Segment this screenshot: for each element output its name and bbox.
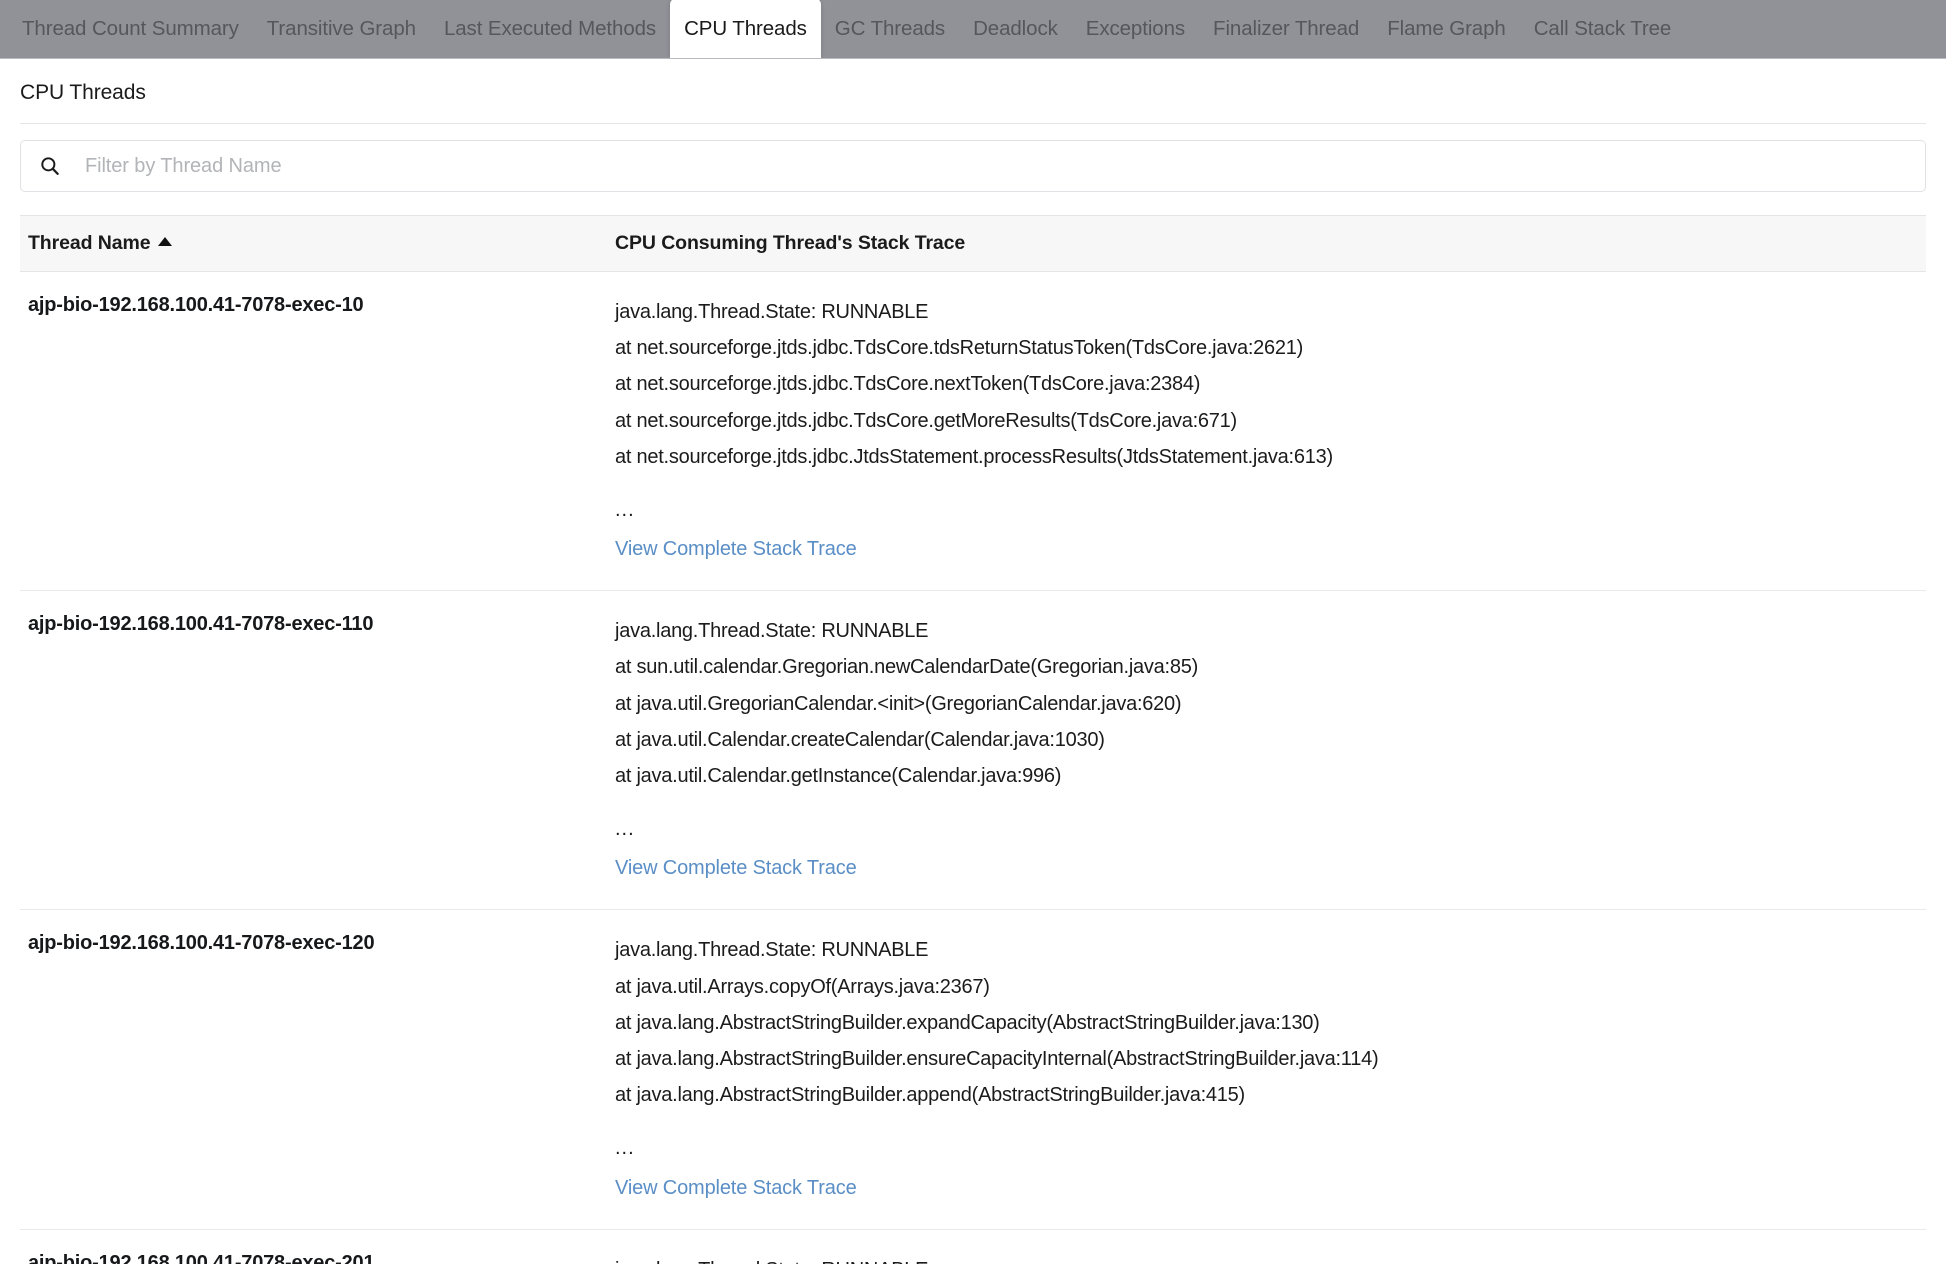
stack-trace-line: at net.sourceforge.jtds.jdbc.JtdsStateme… — [615, 445, 1333, 468]
tab-label: Finalizer Thread — [1213, 17, 1360, 40]
cpu-threads-table: Thread Name CPU Consuming Thread's Stack… — [20, 215, 1926, 1264]
column-header-stack-trace[interactable]: CPU Consuming Thread's Stack Trace — [605, 215, 1926, 272]
caret-up-icon — [158, 237, 173, 246]
stack-trace-ellipsis: ... — [615, 818, 635, 841]
tab-transitive-graph[interactable]: Transitive Graph — [253, 0, 430, 58]
view-complete-stack-trace-link[interactable]: View Complete Stack Trace — [615, 532, 857, 566]
table-body: ajp-bio-192.168.100.41-7078-exec-10 java.… — [20, 271, 1926, 1264]
tab-gc-threads[interactable]: GC Threads — [821, 0, 959, 58]
table-row: ajp-bio-192.168.100.41-7078-exec-201 java… — [20, 1229, 1926, 1264]
cell-thread-name: ajp-bio-192.168.100.41-7078-exec-120 — [20, 909, 605, 1230]
thread-name: ajp-bio-192.168.100.41-7078-exec-110 — [28, 613, 374, 636]
tab-label: GC Threads — [834, 17, 946, 40]
tab-label: Deadlock — [973, 17, 1058, 40]
table-row: ajp-bio-192.168.100.41-7078-exec-110 java… — [20, 590, 1926, 911]
cell-thread-name: ajp-bio-192.168.100.41-7078-exec-201 — [20, 1229, 605, 1264]
search-icon — [41, 157, 59, 175]
view-complete-stack-trace-link[interactable]: View Complete Stack Trace — [615, 851, 857, 885]
stack-trace-line: at java.util.Calendar.createCalendar(Cal… — [615, 728, 1105, 751]
tab-exceptions[interactable]: Exceptions — [1072, 0, 1199, 58]
stack-trace-ellipsis: ... — [615, 499, 635, 522]
stack-trace-line: java.lang.Thread.State: RUNNABLE — [615, 1252, 1912, 1264]
search-bar[interactable] — [20, 140, 1926, 192]
column-header-stack-trace-label: CPU Consuming Thread's Stack Trace — [615, 232, 966, 254]
tab-finalizer-thread[interactable]: Finalizer Thread — [1199, 0, 1373, 58]
stack-trace-line: at java.lang.AbstractStringBuilder.ensur… — [615, 1048, 1379, 1071]
stack-trace-line: at net.sourceforge.jtds.jdbc.TdsCore.get… — [615, 409, 1237, 432]
tab-thread-count-summary[interactable]: Thread Count Summary — [8, 0, 253, 58]
cell-thread-name: ajp-bio-192.168.100.41-7078-exec-10 — [20, 271, 605, 592]
view-complete-stack-trace-link[interactable]: View Complete Stack Trace — [615, 1171, 857, 1205]
cell-stack-trace: java.lang.Thread.State: RUNNABLE at net.s… — [605, 271, 1926, 592]
column-header-thread-name-label: Thread Name — [28, 232, 151, 254]
stack-trace-line: at java.lang.AbstractStringBuilder.expan… — [615, 1011, 1320, 1034]
tab-bar: Thread Count Summary Transitive Graph Last… — [0, 0, 1946, 59]
stack-trace-line: at java.util.Arrays.copyOf(Arrays.java:2… — [615, 975, 990, 998]
page-content: CPU Threads Thread Name CPU Consuming Th… — [0, 59, 1946, 1264]
table-header-row: Thread Name CPU Consuming Thread's Stack… — [20, 215, 1926, 272]
cell-stack-trace: java.lang.Thread.State: RUNNABLE at java.… — [605, 909, 1926, 1230]
tab-label: Transitive Graph — [266, 17, 416, 40]
stack-trace-line: java.lang.Thread.State: RUNNABLE — [615, 620, 929, 643]
tab-flame-graph[interactable]: Flame Graph — [1373, 0, 1520, 58]
stack-trace-line: java.lang.Thread.State: RUNNABLE — [615, 301, 929, 323]
tab-last-executed-methods[interactable]: Last Executed Methods — [430, 0, 670, 58]
tab-label: Call Stack Tree — [1533, 17, 1672, 40]
cell-thread-name: ajp-bio-192.168.100.41-7078-exec-110 — [20, 590, 605, 911]
tab-label: Last Executed Methods — [443, 17, 657, 40]
cell-stack-trace: java.lang.Thread.State: RUNNABLE at sun.u… — [605, 590, 1926, 911]
tab-deadlock[interactable]: Deadlock — [959, 0, 1072, 58]
stack-trace-line: at java.util.Calendar.getInstance(Calend… — [615, 765, 1062, 788]
tab-label: Flame Graph — [1387, 17, 1506, 40]
stack-trace-ellipsis: ... — [615, 1137, 635, 1160]
thread-name: ajp-bio-192.168.100.41-7078-exec-201 — [28, 1251, 375, 1264]
stack-trace-line: at net.sourceforge.jtds.jdbc.TdsCore.nex… — [615, 373, 1201, 396]
stack-trace-line: at java.util.GregorianCalendar.<init>(Gr… — [615, 692, 1182, 715]
tab-label: Exceptions — [1085, 17, 1186, 40]
title-divider — [20, 123, 1926, 124]
thread-name: ajp-bio-192.168.100.41-7078-exec-10 — [28, 294, 364, 316]
search-input[interactable] — [83, 153, 1907, 179]
stack-trace-line: at net.sourceforge.jtds.jdbc.TdsCore.tds… — [615, 337, 1304, 360]
stack-trace-line: at sun.util.calendar.Gregorian.newCalend… — [615, 656, 1198, 679]
table-row: ajp-bio-192.168.100.41-7078-exec-120 java… — [20, 909, 1926, 1230]
stack-trace-line: java.lang.Thread.State: RUNNABLE — [615, 939, 929, 962]
table-row: ajp-bio-192.168.100.41-7078-exec-10 java.… — [20, 271, 1926, 592]
column-header-thread-name[interactable]: Thread Name — [20, 215, 605, 272]
tab-call-stack-tree[interactable]: Call Stack Tree — [1520, 0, 1686, 58]
cell-stack-trace: java.lang.Thread.State: RUNNABLEat java.… — [605, 1229, 1926, 1264]
tab-label: Thread Count Summary — [22, 17, 239, 40]
tab-label: CPU Threads — [684, 17, 807, 40]
thread-name: ajp-bio-192.168.100.41-7078-exec-120 — [28, 932, 375, 955]
page-title: CPU Threads — [20, 81, 146, 104]
tab-cpu-threads[interactable]: CPU Threads — [670, 0, 821, 58]
stack-trace-line: at java.lang.AbstractStringBuilder.appen… — [615, 1084, 1245, 1107]
